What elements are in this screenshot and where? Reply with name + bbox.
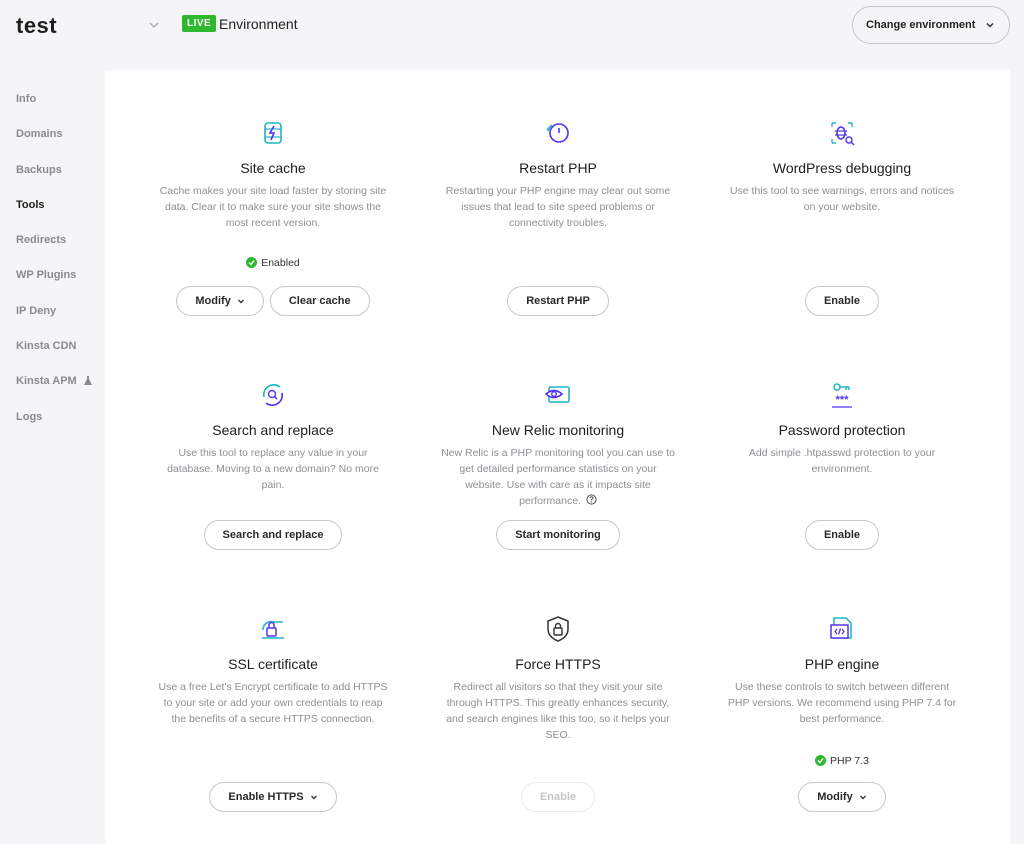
enable-password-button[interactable]: Enable bbox=[804, 520, 880, 550]
description-text: New Relic is a PHP monitoring tool you c… bbox=[441, 447, 675, 507]
flask-icon bbox=[83, 376, 92, 386]
button-label: Enable HTTPS bbox=[228, 791, 304, 803]
status-text: Enabled bbox=[261, 256, 300, 269]
tool-description: Use a free Let's Encrypt certificate to … bbox=[158, 681, 388, 725]
sidebar-item-logs[interactable]: Logs bbox=[0, 400, 104, 435]
check-circle-icon bbox=[246, 257, 258, 268]
button-label: Modify bbox=[817, 791, 853, 803]
change-environment-button[interactable]: Change environment bbox=[852, 6, 1010, 44]
sidebar-item-kinsta-apm[interactable]: Kinsta APM bbox=[0, 364, 104, 399]
tool-title: Password protection bbox=[778, 422, 906, 438]
ssl-lock-icon bbox=[262, 620, 284, 639]
enable-https-button[interactable]: Enable HTTPS bbox=[209, 782, 337, 812]
tool-title: SSL certificate bbox=[228, 656, 318, 672]
change-environment-label: Change environment bbox=[866, 19, 976, 31]
tool-description: Add simple .htpasswd protection to your … bbox=[748, 447, 936, 475]
cache-status: Enabled bbox=[123, 253, 423, 271]
sidebar-item-backups[interactable]: Backups bbox=[0, 153, 104, 188]
tool-description: Cache makes your site load faster by sto… bbox=[159, 185, 387, 229]
tool-description: Restarting your PHP engine may clear out… bbox=[445, 185, 671, 229]
tools-panel: Site cache Cache makes your site load fa… bbox=[105, 70, 1010, 844]
environment-label: Environment bbox=[219, 16, 298, 32]
chevron-down-icon bbox=[986, 22, 994, 28]
eye-monitor-icon bbox=[544, 386, 570, 403]
php-version-status: PHP 7.3 bbox=[692, 751, 992, 769]
power-restart-icon bbox=[546, 123, 569, 143]
tool-title: PHP engine bbox=[804, 656, 880, 672]
tool-title: Force HTTPS bbox=[515, 656, 601, 672]
key-password-icon: *** bbox=[832, 383, 852, 408]
chevron-down-icon bbox=[310, 795, 317, 800]
tool-description: New Relic is a PHP monitoring tool you c… bbox=[440, 445, 676, 509]
bug-search-icon bbox=[831, 122, 855, 146]
search-replace-button[interactable]: Search and replace bbox=[203, 520, 343, 550]
chevron-down-icon bbox=[237, 299, 244, 304]
force-https-card: Force HTTPS Redirect all visitors so tha… bbox=[408, 614, 708, 814]
site-name[interactable]: test bbox=[16, 13, 57, 39]
wordpress-debugging-card: WordPress debugging Use this tool to see… bbox=[692, 118, 992, 318]
php-engine-card: PHP engine Use these controls to switch … bbox=[692, 614, 992, 814]
search-replace-card: Search and replace Use this tool to repl… bbox=[123, 380, 423, 580]
sidebar-item-redirects[interactable]: Redirects bbox=[0, 223, 104, 258]
search-replace-icon bbox=[262, 384, 284, 406]
top-bar: test LIVE Environment Change environment bbox=[0, 0, 1024, 60]
sidebar-item-info[interactable]: Info bbox=[0, 82, 104, 117]
chevron-down-icon[interactable] bbox=[147, 18, 161, 32]
tool-title: Site cache bbox=[240, 160, 306, 176]
sidebar-item-tools[interactable]: Tools bbox=[0, 188, 104, 223]
sidebar-item-label: Kinsta APM bbox=[16, 375, 77, 388]
tool-title: New Relic monitoring bbox=[491, 422, 625, 438]
new-relic-card: New Relic monitoring New Relic is a PHP … bbox=[408, 380, 708, 580]
sidebar-item-domains[interactable]: Domains bbox=[0, 117, 104, 152]
enable-force-https-button[interactable]: Enable bbox=[520, 782, 596, 812]
tool-title: Restart PHP bbox=[519, 160, 597, 176]
svg-text:***: *** bbox=[836, 394, 850, 406]
shield-lock-icon bbox=[547, 616, 569, 642]
sidebar-item-wp-plugins[interactable]: WP Plugins bbox=[0, 258, 104, 293]
sidebar-nav: Info Domains Backups Tools Redirects WP … bbox=[0, 82, 104, 435]
tool-description: Use these controls to switch between dif… bbox=[727, 681, 957, 725]
restart-php-button[interactable]: Restart PHP bbox=[507, 286, 609, 316]
button-label: Modify bbox=[195, 295, 231, 307]
start-monitoring-button[interactable]: Start monitoring bbox=[496, 520, 620, 550]
tool-description: Redirect all visitors so that they visit… bbox=[446, 681, 670, 741]
enable-debugging-button[interactable]: Enable bbox=[804, 286, 880, 316]
restart-php-card: Restart PHP Restarting your PHP engine m… bbox=[408, 118, 708, 318]
modify-php-button[interactable]: Modify bbox=[798, 782, 886, 812]
tool-description: Use this tool to see warnings, errors an… bbox=[729, 185, 955, 213]
sidebar-item-kinsta-cdn[interactable]: Kinsta CDN bbox=[0, 329, 104, 364]
help-circle-icon[interactable] bbox=[586, 494, 597, 505]
php-file-icon bbox=[830, 617, 852, 639]
live-badge: LIVE bbox=[182, 15, 217, 32]
chevron-down-icon bbox=[859, 795, 866, 800]
modify-cache-button[interactable]: Modify bbox=[176, 286, 264, 316]
site-cache-card: Site cache Cache makes your site load fa… bbox=[123, 118, 423, 318]
check-circle-icon bbox=[815, 755, 827, 766]
sidebar-item-ip-deny[interactable]: IP Deny bbox=[0, 294, 104, 329]
password-protection-card: *** Password protection Add simple .htpa… bbox=[692, 380, 992, 580]
tool-title: Search and replace bbox=[212, 422, 334, 438]
status-text: PHP 7.3 bbox=[830, 754, 869, 767]
tool-description: Use this tool to replace any value in yo… bbox=[167, 447, 379, 491]
ssl-certificate-card: SSL certificate Use a free Let's Encrypt… bbox=[123, 614, 423, 814]
tool-title: WordPress debugging bbox=[772, 160, 912, 176]
cache-bolt-icon bbox=[264, 122, 282, 144]
clear-cache-button[interactable]: Clear cache bbox=[269, 286, 370, 316]
